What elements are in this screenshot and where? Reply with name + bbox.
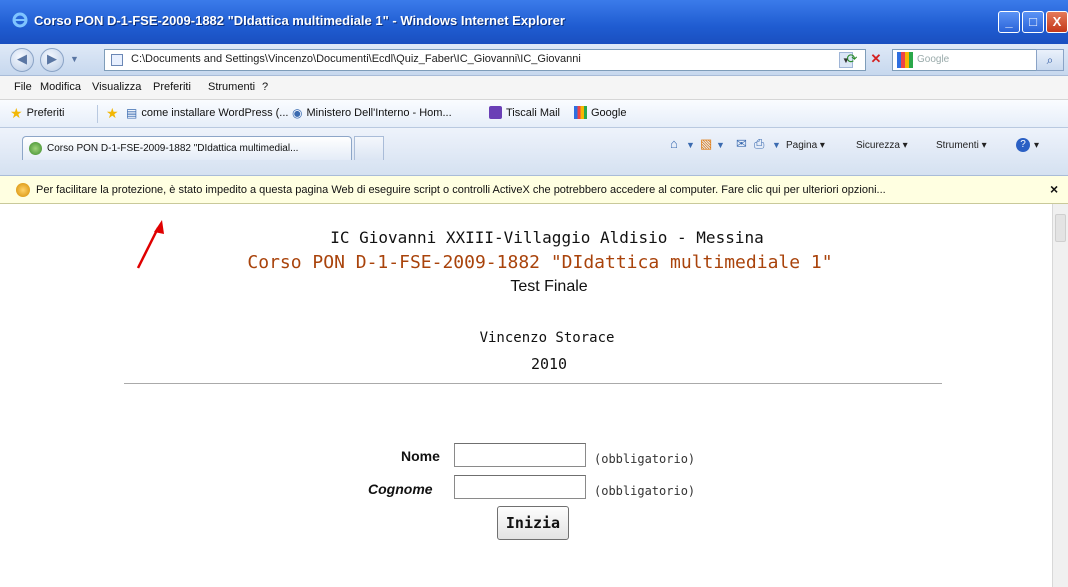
menu-sicurezza[interactable]: Sicurezza ▾ [856, 140, 908, 151]
menu-preferiti[interactable]: Preferiti [153, 81, 191, 93]
course-title: Corso PON D-1-FSE-2009-1882 "DIdattica m… [247, 252, 833, 273]
back-button[interactable]: ◀ [10, 48, 34, 72]
maximize-button[interactable]: □ [1022, 11, 1044, 33]
author-name: Vincenzo Storace [479, 330, 615, 346]
google-icon [574, 106, 587, 119]
favorites-bar: ★ Preferiti ★ ▤ come installare WordPres… [0, 100, 1068, 128]
search-input[interactable]: Google [892, 49, 1058, 71]
address-field[interactable]: C:\Documents and Settings\Vincenzo\Docum… [104, 49, 866, 71]
add-favorite-icon: ★ [106, 105, 119, 121]
menu-bar: File Modifica Visualizza Preferiti Strum… [0, 76, 1068, 100]
forward-button[interactable]: ▶ [40, 48, 64, 72]
name-input[interactable] [454, 443, 586, 467]
vertical-scrollbar[interactable] [1052, 204, 1068, 587]
menu-strumenti[interactable]: Strumenti [208, 81, 255, 93]
window-title-bar: Corso PON D-1-FSE-2009-1882 "DIdattica m… [0, 0, 1068, 44]
new-tab-button[interactable] [354, 136, 384, 160]
test-title: Test Finale [510, 278, 588, 295]
feeds-icon[interactable]: ▧ [700, 136, 712, 152]
scrollbar-thumb[interactable] [1055, 214, 1066, 242]
search-icon: ⌕ [1046, 53, 1054, 67]
strumenti-label: Strumenti [936, 140, 979, 151]
required-note: (obbligatorio) [594, 484, 696, 498]
start-button[interactable]: Inizia [497, 506, 569, 540]
favorite-link-label: come installare WordPress (... [141, 107, 289, 119]
school-name: IC Giovanni XXIII-Villaggio Aldisio - Me… [330, 228, 764, 247]
globe-icon: ◉ [292, 106, 303, 120]
page-icon [111, 54, 123, 66]
tab-active[interactable]: Corso PON D-1-FSE-2009-1882 "DIdattica m… [22, 136, 352, 160]
menu-file[interactable]: File [14, 81, 32, 93]
favorite-link-google[interactable]: Google [574, 106, 626, 119]
menu-visualizza[interactable]: Visualizza [92, 81, 141, 93]
close-icon: X [1052, 14, 1062, 29]
surname-input[interactable] [454, 475, 586, 499]
back-arrow-icon: ◀ [17, 51, 27, 66]
minimize-button[interactable]: _ [998, 11, 1020, 33]
home-dropdown-icon[interactable]: ▼ [686, 140, 695, 150]
separator [97, 105, 98, 123]
surname-label: Cognome [368, 481, 433, 497]
minimize-icon: _ [1005, 14, 1013, 29]
ie-logo-icon [12, 12, 28, 28]
google-logo-icon [897, 52, 913, 68]
mail-icon[interactable]: ✉ [736, 136, 747, 152]
required-note: (obbligatorio) [594, 452, 696, 466]
favorite-link-tiscali[interactable]: Tiscali Mail [489, 106, 560, 119]
favorites-label: Preferiti [26, 107, 65, 119]
favorites-star-icon: ★ [10, 105, 23, 121]
menu-strumenti-cmd[interactable]: Strumenti ▾ [936, 140, 987, 151]
close-information-bar-icon[interactable]: × [1050, 181, 1058, 197]
menu-pagina[interactable]: Pagina ▾ [786, 140, 825, 151]
history-dropdown-icon[interactable]: ▼ [70, 54, 79, 64]
search-button[interactable]: ⌕ [1036, 49, 1064, 71]
favorites-button[interactable]: ★ Preferiti [10, 106, 64, 120]
tab-label: Corso PON D-1-FSE-2009-1882 "DIdattica m… [47, 143, 299, 154]
window-title: Corso PON D-1-FSE-2009-1882 "DIdattica m… [34, 13, 565, 28]
year: 2010 [530, 355, 568, 373]
tiscali-icon [489, 106, 502, 119]
favorite-link-wordpress[interactable]: ▤ come installare WordPress (... [126, 106, 288, 120]
forward-arrow-icon: ▶ [47, 51, 57, 66]
help-dropdown-icon[interactable]: ▾ [1034, 140, 1039, 151]
shield-icon [16, 183, 30, 197]
favorite-link-ministero[interactable]: ◉ Ministero Dell'Interno - Hom... [292, 106, 452, 120]
menu-help[interactable]: ? [262, 81, 268, 93]
pagina-label: Pagina [786, 140, 818, 151]
print-dropdown-icon[interactable]: ▼ [772, 140, 781, 150]
stop-icon[interactable]: ✕ [866, 49, 886, 69]
address-url: C:\Documents and Settings\Vincenzo\Docum… [131, 53, 581, 65]
favorite-link-label: Google [591, 106, 627, 119]
print-icon[interactable]: ⎙ [754, 136, 764, 152]
address-toolbar: ◀ ▶ ▼ C:\Documents and Settings\Vincenzo… [0, 44, 1068, 76]
name-label: Nome [401, 448, 440, 464]
help-icon[interactable]: ? [1016, 138, 1030, 152]
feeds-dropdown-icon[interactable]: ▼ [716, 140, 725, 150]
menu-modifica[interactable]: Modifica [40, 81, 81, 93]
home-icon[interactable]: ⌂ [670, 136, 678, 151]
maximize-icon: □ [1029, 14, 1037, 29]
add-favorite-button[interactable]: ★ [106, 106, 119, 120]
information-bar-message: Per facilitare la protezione, è stato im… [36, 184, 886, 196]
search-placeholder: Google [917, 54, 950, 65]
page-icon: ▤ [126, 106, 138, 120]
favorite-link-label: Ministero Dell'Interno - Hom... [306, 107, 452, 119]
refresh-icon[interactable]: ⟳ [842, 49, 862, 69]
tab-bar: Corso PON D-1-FSE-2009-1882 "DIdattica m… [0, 128, 1068, 176]
sicurezza-label: Sicurezza [856, 140, 900, 151]
page-icon [29, 142, 42, 155]
close-window-button[interactable]: X [1046, 11, 1068, 33]
divider [124, 383, 942, 384]
favorite-link-label: Tiscali Mail [506, 106, 560, 119]
information-bar[interactable]: Per facilitare la protezione, è stato im… [0, 176, 1068, 204]
